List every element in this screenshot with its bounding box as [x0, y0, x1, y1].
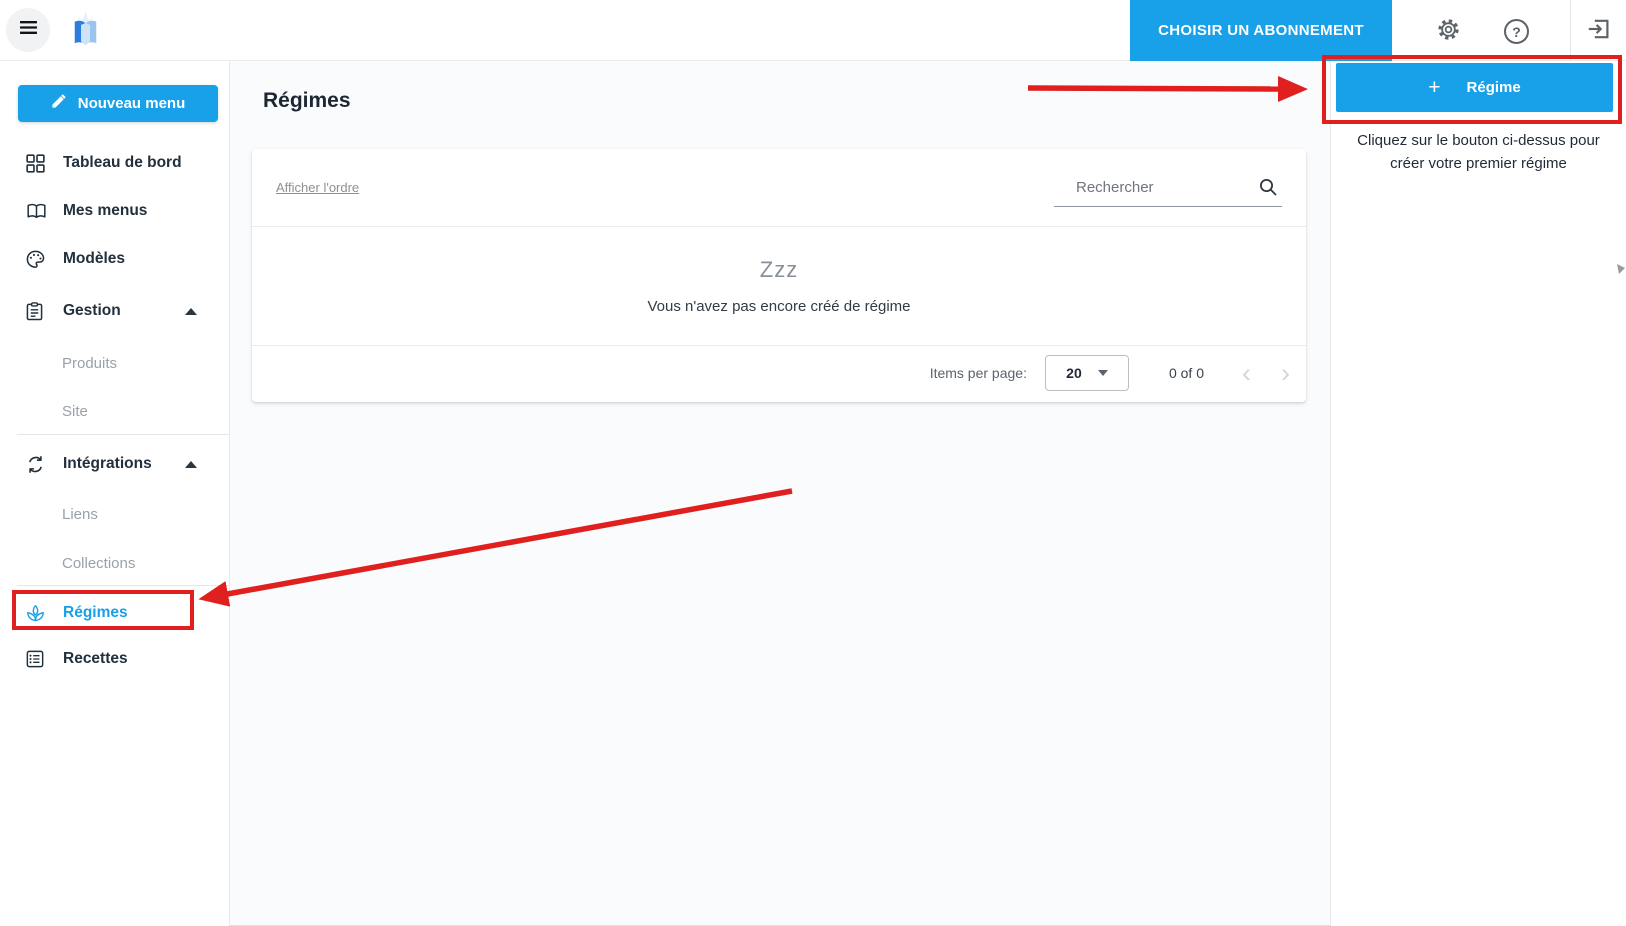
next-page-button[interactable]: ›: [1281, 360, 1290, 387]
sidebar-divider: [17, 585, 229, 586]
regimes-list-card: Afficher l'ordre Zzz Vous n'avez pas enc…: [252, 149, 1306, 402]
page-range-label: 0 of 0: [1168, 365, 1204, 381]
choose-subscription-button[interactable]: CHOISIR UN ABONNEMENT: [1130, 0, 1392, 61]
create-regime-panel: + Régime Cliquez sur le bouton ci-dessus…: [1331, 61, 1626, 926]
sidebar-item-label: Intégrations: [63, 455, 152, 472]
paginator: Items per page: 20 0 of 0 ‹ ›: [252, 346, 1306, 400]
sidebar-item-site[interactable]: Site: [0, 387, 229, 435]
sidebar-item-label: Liens: [62, 505, 98, 523]
help-button[interactable]: ?: [1504, 19, 1529, 44]
add-regime-button-label: Régime: [1466, 79, 1521, 96]
items-per-page-label: Items per page:: [929, 365, 1027, 381]
sidebar-item-produits[interactable]: Produits: [0, 339, 229, 387]
sidebar-item-label: Modèles: [63, 250, 126, 267]
sidebar-item-label: Produits: [62, 354, 118, 372]
sidebar-item-recettes[interactable]: Recettes: [0, 635, 229, 683]
chevron-down-icon: [1097, 370, 1108, 376]
page-size-select[interactable]: 20: [1044, 355, 1129, 391]
exit-icon: [1587, 17, 1611, 46]
new-menu-button[interactable]: Nouveau menu: [18, 85, 218, 122]
show-order-link[interactable]: Afficher l'ordre: [276, 180, 359, 195]
previous-page-button[interactable]: ‹: [1242, 360, 1251, 387]
add-regime-button[interactable]: + Régime: [1336, 63, 1613, 112]
page-size-value: 20: [1066, 365, 1082, 381]
sidebar: Nouveau menu Tableau de bord Mes menus M…: [0, 61, 230, 926]
settings-button[interactable]: [1434, 18, 1462, 46]
search-input[interactable]: [1054, 178, 1258, 196]
sidebar-item-label: Mes menus: [63, 202, 148, 219]
spa-leaf-icon: [26, 604, 48, 623]
open-book-icon: [26, 203, 48, 220]
sidebar-item-tableau-de-bord[interactable]: Tableau de bord: [0, 139, 229, 187]
sidebar-item-regimes[interactable]: Régimes: [0, 589, 229, 637]
sidebar-item-label: Tableau de bord: [63, 154, 182, 171]
panel-hint-text: Cliquez sur le bouton ci-dessus pour cré…: [1331, 129, 1626, 175]
sidebar-item-gestion[interactable]: Gestion: [0, 287, 229, 335]
card-header: Afficher l'ordre: [252, 149, 1306, 227]
collapse-chevron-up-icon[interactable]: [185, 307, 197, 315]
page-title: Régimes: [263, 89, 351, 112]
sidebar-item-label: Régimes: [63, 604, 128, 621]
hamburger-icon: [19, 20, 38, 40]
sync-icon: [26, 455, 48, 474]
collapse-chevron-up-icon[interactable]: [185, 460, 197, 468]
pencil-icon: [51, 94, 66, 113]
empty-state: Zzz Vous n'avez pas encore créé de régim…: [252, 227, 1306, 346]
search-icon[interactable]: [1258, 177, 1278, 197]
sidebar-item-label: Site: [62, 402, 88, 420]
sidebar-item-label: Gestion: [63, 302, 121, 319]
list-icon: [26, 650, 48, 668]
sidebar-item-liens[interactable]: Liens: [0, 490, 229, 538]
empty-state-sleep-text: Zzz: [759, 257, 799, 282]
sidebar-item-label: Recettes: [63, 650, 128, 667]
sidebar-item-modeles[interactable]: Modèles: [0, 235, 229, 283]
panel-hint-line1: Cliquez sur le bouton ci-dessus pour: [1357, 132, 1600, 149]
search-field: [1054, 169, 1282, 207]
panel-hint-line2: créer votre premier régime: [1390, 155, 1567, 172]
plus-icon: +: [1428, 76, 1441, 99]
dashboard-icon: [26, 153, 48, 173]
palette-icon: [26, 250, 48, 269]
sidebar-item-integrations[interactable]: Intégrations: [0, 440, 229, 488]
question-mark-icon: ?: [1512, 23, 1521, 40]
app-logo-book-icon[interactable]: [70, 11, 101, 53]
sidebar-item-mes-menus[interactable]: Mes menus: [0, 187, 229, 235]
new-menu-button-label: Nouveau menu: [77, 95, 186, 112]
sidebar-item-collections[interactable]: Collections: [0, 539, 229, 587]
sidebar-item-label: Collections: [62, 554, 136, 572]
clipboard-icon: [26, 301, 48, 321]
logout-button[interactable]: [1586, 18, 1612, 44]
top-bar: CHOISIR UN ABONNEMENT ?: [0, 0, 1626, 61]
sidebar-divider: [17, 434, 229, 435]
gear-icon: [1436, 17, 1461, 47]
app-window: CHOISIR UN ABONNEMENT ? Nouveau menu Tab…: [0, 0, 1626, 926]
menu-toggle-button[interactable]: [6, 8, 50, 52]
main-content: Régimes Afficher l'ordre Zzz Vous n'avez…: [230, 61, 1331, 926]
empty-state-message: Vous n'avez pas encore créé de régime: [647, 298, 911, 315]
topbar-divider: [1570, 0, 1571, 61]
